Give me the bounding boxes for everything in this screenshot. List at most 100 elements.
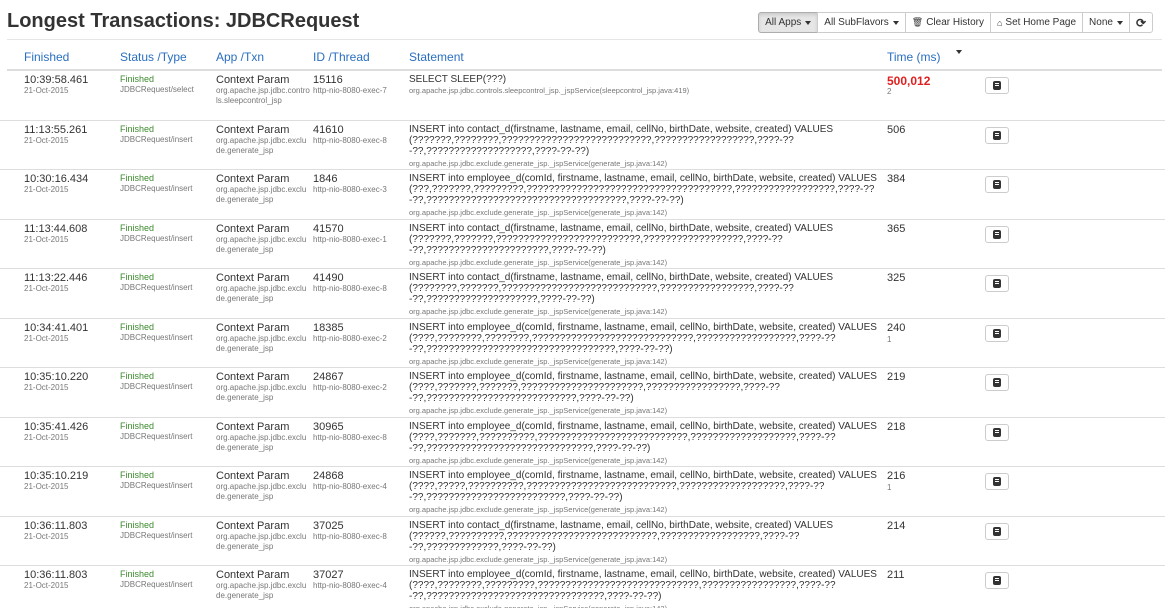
all-subflavors-label: All SubFlavors (824, 17, 889, 28)
thread-name: http-nio-8080-exec-3 (313, 185, 387, 194)
app-name: Context Param (216, 173, 290, 185)
database-icon (993, 229, 1001, 239)
sql-statement: INSERT into employee_d(comId, firstname,… (409, 371, 877, 404)
source-location: org.apache.jsp.jdbc.controls.sleepcontro… (409, 86, 690, 95)
col-statement[interactable]: Statement (409, 50, 464, 64)
duration-count: 1 (887, 483, 892, 492)
thread-name: http-nio-8080-exec-4 (313, 581, 387, 590)
thread-name: http-nio-8080-exec-1 (313, 234, 387, 244)
sql-statement: INSERT into contact_d(firstname, lastnam… (409, 222, 834, 256)
request-type: JDBCRequest/insert (120, 481, 193, 490)
details-button[interactable] (985, 275, 1009, 292)
details-button[interactable] (985, 225, 1009, 243)
page-title: Longest Transactions: JDBCRequest (7, 10, 360, 32)
request-type: JDBCRequest/select (120, 85, 194, 94)
duration-count: 2 (887, 87, 892, 96)
request-type: JDBCRequest/insert (120, 184, 193, 193)
request-id: 37025 (313, 519, 344, 532)
clear-history-label: Clear History (926, 17, 984, 28)
col-id-thread[interactable]: ID /Thread (313, 50, 370, 64)
status-label: Finished (120, 74, 155, 84)
chevron-down-icon (892, 20, 899, 25)
status-label: Finished (120, 173, 155, 183)
table-row[interactable]: 11:13:22.446 21-Oct-2015 Finished JDBCReque… (0, 269, 1165, 319)
table-row[interactable]: 10:36:11.803 21-Oct-2015 Finished JDBCReque… (0, 517, 1165, 566)
finished-time: 10:35:10.220 (24, 371, 89, 383)
table-row[interactable]: 10:34:41.401 21-Oct-2015 Finished JDBCReque… (0, 319, 1165, 368)
table-row[interactable]: 10:30:16.434 21-Oct-2015 Finished JDBCReque… (0, 170, 1165, 220)
refresh-button[interactable]: ⟳ (1128, 12, 1153, 33)
set-home-page-button[interactable]: ⌂ Set Home Page (989, 12, 1084, 33)
col-time-ms[interactable]: Time (ms) (887, 50, 941, 64)
table-row[interactable]: 11:13:55.261 21-Oct-2015 Finished JDBCReque… (0, 121, 1165, 170)
col-status-type[interactable]: Status /Type (120, 50, 187, 64)
duration-ms: 384 (887, 173, 906, 185)
details-button[interactable] (985, 473, 1009, 490)
table-row[interactable]: 10:35:41.426 21-Oct-2015 Finished JDBCReque… (0, 418, 1165, 467)
finished-date: 21-Oct-2015 (24, 531, 69, 541)
sql-statement: INSERT into employee_d(comId, firstname,… (409, 321, 877, 355)
sql-statement: INSERT into contact_d(firstname, lastnam… (409, 519, 834, 553)
clear-history-button[interactable]: 🗑 Clear History (904, 12, 991, 33)
details-button[interactable] (985, 324, 1009, 342)
details-button[interactable] (985, 176, 1009, 193)
details-button[interactable] (985, 572, 1009, 589)
txn-class: org.apache.jsp.jdbc.exclude.generate_jsp (216, 581, 307, 600)
source-location: org.apache.jsp.jdbc.exclude.generate_jsp… (409, 356, 668, 366)
app-name: Context Param (216, 222, 290, 235)
duration-ms: 240 (887, 321, 906, 334)
table-row[interactable]: 10:36:11.803 21-Oct-2015 Finished JDBCReque… (0, 566, 1165, 608)
finished-time: 10:30:16.434 (24, 173, 89, 185)
table-row[interactable]: 10:35:10.220 21-Oct-2015 Finished JDBCReque… (0, 368, 1165, 418)
all-apps-dropdown[interactable]: All Apps (758, 12, 819, 33)
details-button[interactable] (985, 77, 1009, 94)
finished-time: 10:36:11.803 (24, 519, 88, 532)
database-icon (993, 180, 1001, 189)
all-subflavors-dropdown[interactable]: All SubFlavors (817, 12, 906, 33)
app-name: Context Param (216, 74, 290, 86)
thread-name: http-nio-8080-exec-7 (313, 86, 387, 95)
sort-desc-icon[interactable] (956, 50, 962, 54)
duration-ms: 216 (887, 470, 906, 482)
table-row[interactable]: 10:35:10.219 21-Oct-2015 Finished JDBCReque… (0, 467, 1165, 517)
txn-class: org.apache.jsp.jdbc.exclude.generate_jsp (216, 135, 307, 155)
database-icon (993, 477, 1001, 486)
col-app-txn[interactable]: App /Txn (216, 50, 264, 64)
database-icon (993, 526, 1001, 536)
duration-ms: 211 (887, 569, 905, 581)
home-icon: ⌂ (996, 17, 1003, 28)
txn-class: org.apache.jsp.jdbc.exclude.generate_jsp (216, 185, 307, 204)
request-type: JDBCRequest/insert (120, 530, 193, 540)
status-label: Finished (120, 519, 155, 530)
details-button[interactable] (985, 126, 1009, 144)
finished-date: 21-Oct-2015 (24, 482, 69, 491)
details-button[interactable] (985, 522, 1009, 540)
set-home-page-label: Set Home Page (1005, 17, 1077, 28)
finished-date: 21-Oct-2015 (24, 135, 69, 145)
source-location: org.apache.jsp.jdbc.exclude.generate_jsp… (409, 307, 668, 316)
none-dropdown[interactable]: None (1082, 12, 1130, 33)
duration-ms: 500,012 (887, 74, 931, 88)
source-location: org.apache.jsp.jdbc.exclude.generate_jsp… (409, 257, 668, 267)
details-button[interactable] (985, 423, 1009, 441)
details-button[interactable] (985, 374, 1009, 391)
toolbar: All Apps All SubFlavors 🗑 Clear History ⌂… (758, 12, 1153, 33)
app-name: Context Param (216, 123, 290, 136)
finished-date: 21-Oct-2015 (24, 432, 69, 442)
txn-class: org.apache.jsp.jdbc.exclude.generate_jsp (216, 432, 307, 452)
table-row[interactable]: 11:13:44.608 21-Oct-2015 Finished JDBCReque… (0, 220, 1165, 269)
app-name: Context Param (216, 569, 290, 581)
finished-time: 10:36:11.803 (24, 569, 88, 581)
status-label: Finished (120, 222, 155, 233)
table-row[interactable]: 10:39:58.461 21-Oct-2015 Finished JDBCReque… (0, 71, 1165, 121)
finished-time: 10:35:41.426 (24, 420, 89, 433)
source-location: org.apache.jsp.jdbc.exclude.generate_jsp… (409, 158, 668, 168)
request-type: JDBCRequest/insert (120, 233, 193, 243)
col-finished[interactable]: Finished (24, 50, 69, 64)
finished-date: 21-Oct-2015 (24, 284, 69, 293)
status-label: Finished (120, 272, 155, 282)
finished-date: 21-Oct-2015 (24, 581, 69, 590)
app-name: Context Param (216, 470, 290, 482)
thread-name: http-nio-8080-exec-8 (313, 135, 387, 145)
thread-name: http-nio-8080-exec-8 (313, 432, 387, 442)
